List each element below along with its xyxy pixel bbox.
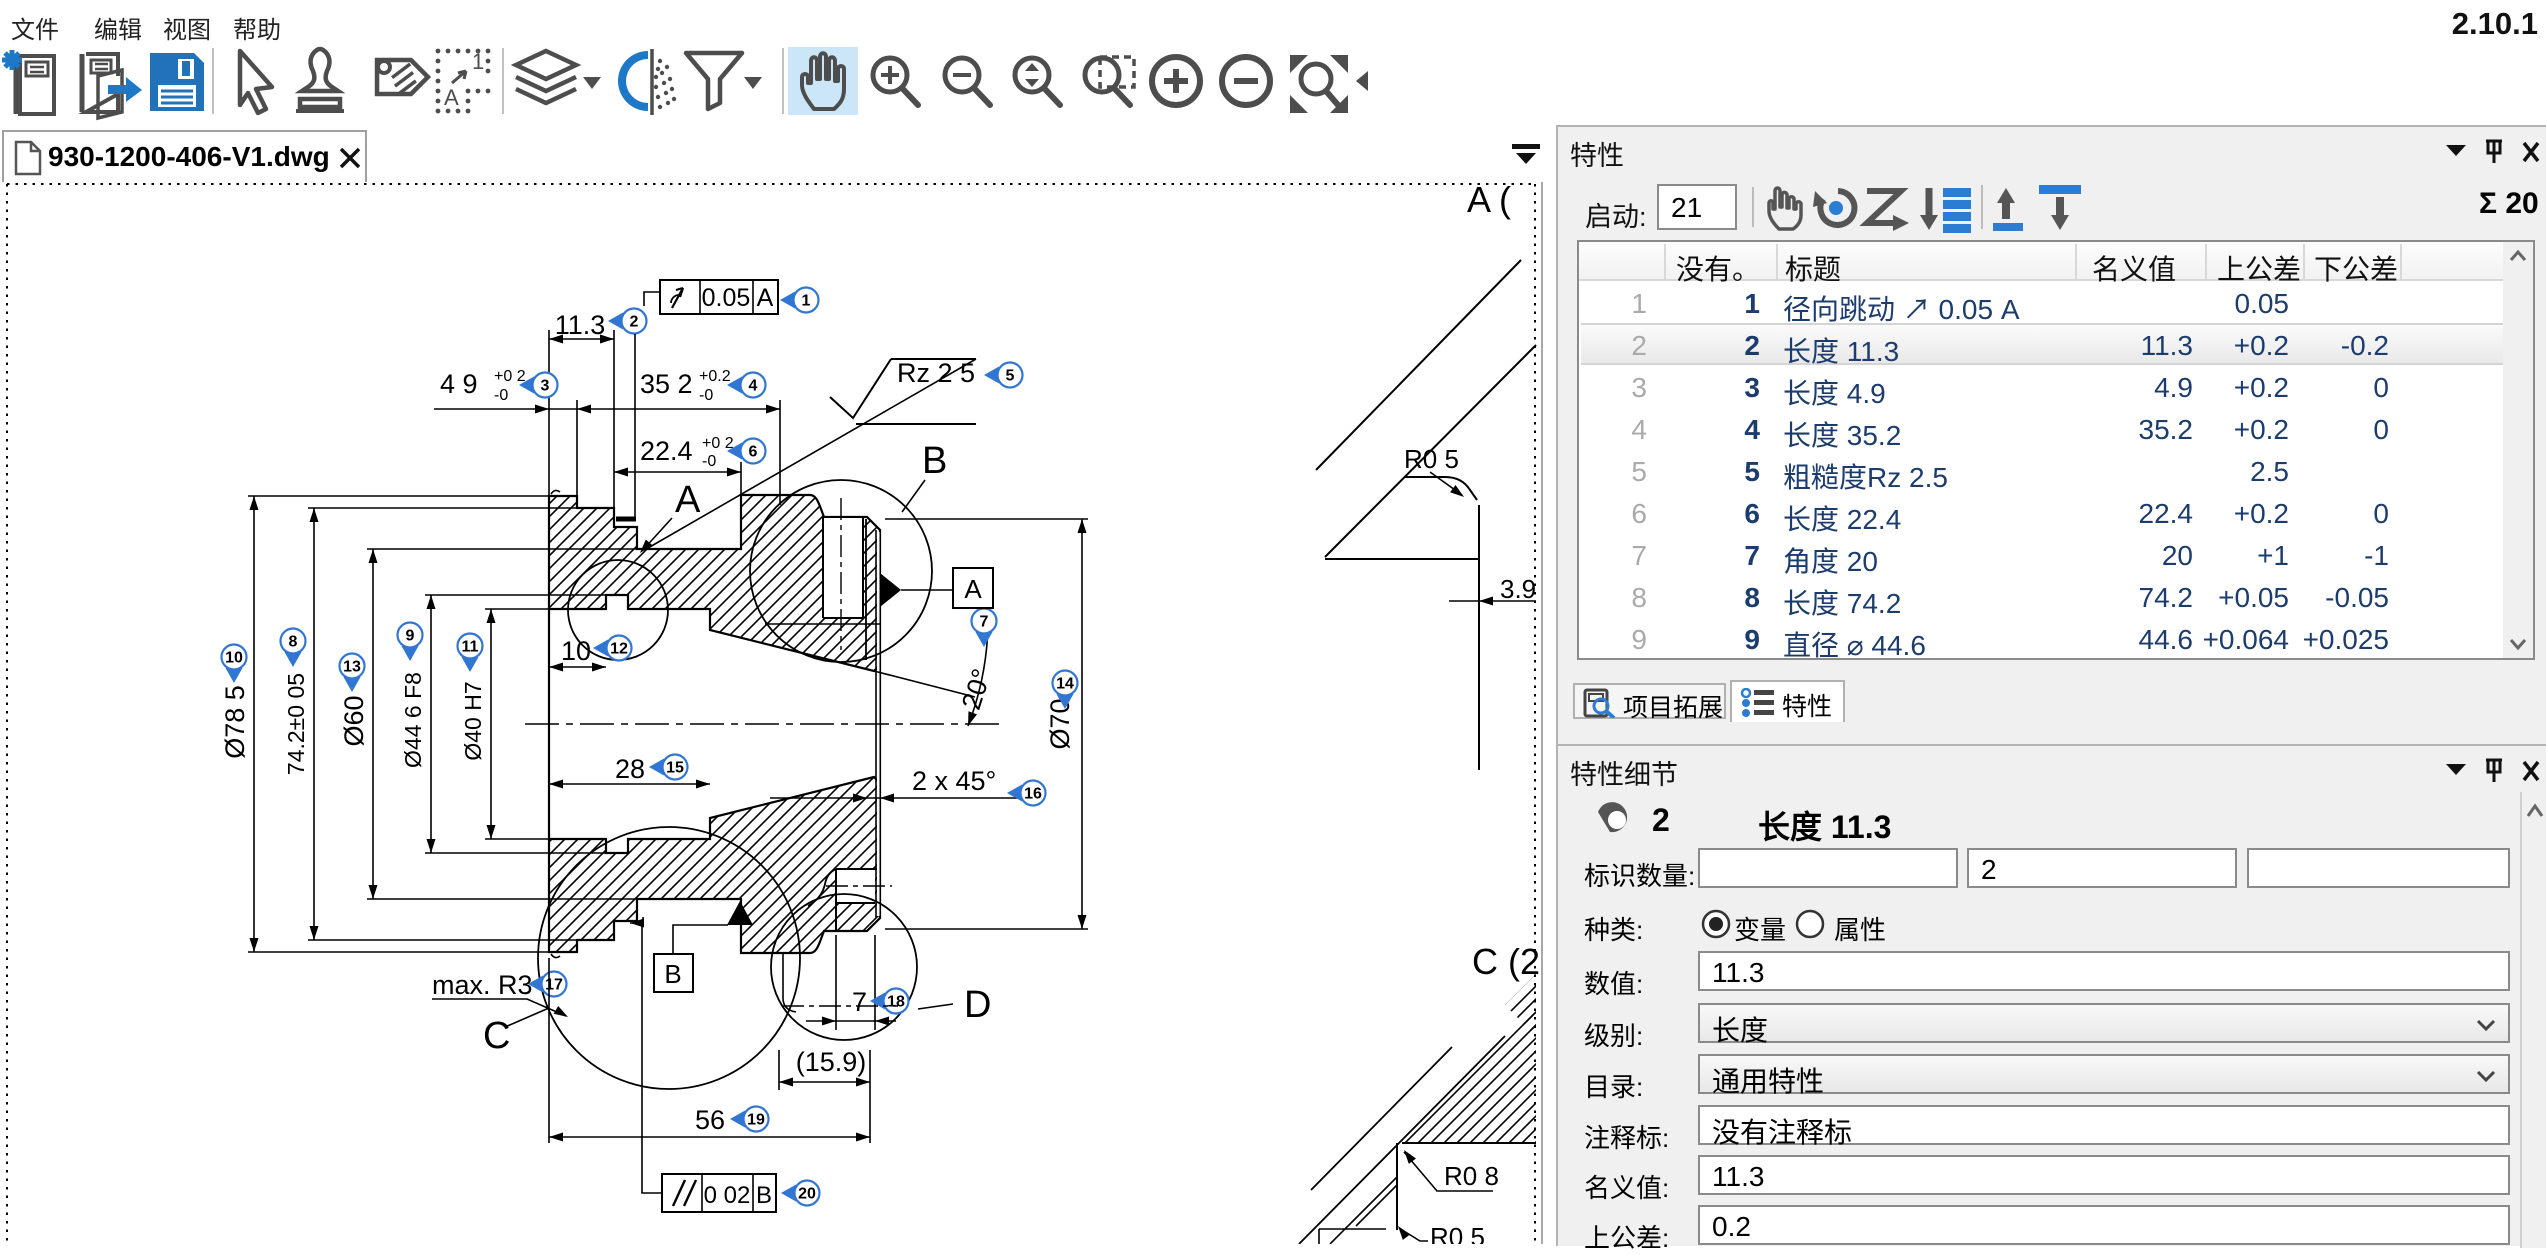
svg-text:B: B (756, 1182, 772, 1209)
svg-text:16: 16 (1024, 786, 1042, 803)
svg-text:A: A (675, 479, 701, 521)
svg-text:11.3: 11.3 (555, 310, 606, 340)
svg-text:-0: -0 (702, 453, 716, 470)
svg-text:D: D (964, 984, 991, 1026)
svg-text:A: A (757, 284, 774, 312)
svg-text:-0: -0 (699, 387, 713, 404)
svg-text:0.05: 0.05 (702, 284, 751, 312)
svg-text:7: 7 (980, 614, 989, 631)
svg-text:+0 2: +0 2 (702, 435, 734, 452)
svg-text:3.9: 3.9 (1500, 574, 1536, 604)
svg-text:Ø70: Ø70 (1045, 698, 1075, 749)
svg-text:2 x 45°: 2 x 45° (912, 766, 996, 796)
svg-text:22.4: 22.4 (640, 436, 693, 466)
svg-text:0 02: 0 02 (704, 1182, 751, 1209)
svg-text:18: 18 (887, 994, 905, 1011)
svg-text:3: 3 (541, 378, 550, 395)
svg-text:13: 13 (343, 659, 361, 676)
svg-text:12: 12 (610, 641, 628, 658)
svg-text:5: 5 (1006, 368, 1015, 385)
svg-text:8: 8 (289, 634, 298, 651)
svg-text:20: 20 (798, 1186, 816, 1203)
svg-text:14: 14 (1056, 676, 1074, 693)
svg-text:+0 2: +0 2 (494, 368, 526, 385)
svg-text:B: B (664, 959, 681, 989)
svg-text:Ø44 6 F8: Ø44 6 F8 (400, 672, 426, 768)
svg-text:-0: -0 (494, 387, 508, 404)
svg-text:4 9: 4 9 (440, 369, 478, 399)
svg-text:A: A (964, 574, 982, 604)
svg-text:Ø40 H7: Ø40 H7 (460, 681, 486, 760)
svg-text:6: 6 (749, 444, 758, 461)
svg-text:35 2: 35 2 (640, 369, 693, 399)
svg-text:R0 5: R0 5 (1404, 444, 1459, 474)
svg-text:1: 1 (472, 49, 484, 74)
svg-text:max. R3: max. R3 (432, 970, 533, 1000)
svg-text:B: B (922, 440, 947, 482)
svg-text:A (: A ( (1467, 182, 1511, 220)
svg-text:56: 56 (695, 1105, 725, 1135)
svg-text:10: 10 (561, 636, 591, 666)
svg-text:4: 4 (749, 378, 758, 395)
svg-text:9: 9 (406, 628, 415, 645)
svg-text:74.2±0 05: 74.2±0 05 (283, 673, 309, 775)
svg-text:17: 17 (545, 977, 563, 994)
svg-text:7: 7 (852, 987, 867, 1017)
svg-text:R0 8: R0 8 (1444, 1161, 1499, 1191)
svg-text:Rz 2 5: Rz 2 5 (897, 358, 975, 388)
svg-text:2: 2 (630, 314, 639, 331)
svg-text:C (2: C (2 (1472, 941, 1540, 982)
svg-text:+0.2: +0.2 (699, 368, 731, 385)
svg-text:R0 5: R0 5 (1430, 1222, 1485, 1244)
svg-text:1: 1 (802, 293, 811, 310)
svg-text:20°: 20° (956, 665, 997, 713)
svg-text:Ø78 5: Ø78 5 (220, 685, 250, 759)
svg-text:A: A (444, 85, 459, 110)
svg-text:19: 19 (747, 1112, 765, 1129)
svg-text:15: 15 (666, 760, 684, 777)
svg-text:10: 10 (225, 650, 243, 667)
svg-text:C: C (483, 1015, 510, 1057)
svg-text:11: 11 (462, 639, 479, 656)
svg-text:Ø60: Ø60 (339, 695, 369, 746)
svg-text:28: 28 (615, 754, 645, 784)
svg-text:(15.9): (15.9) (796, 1047, 867, 1077)
